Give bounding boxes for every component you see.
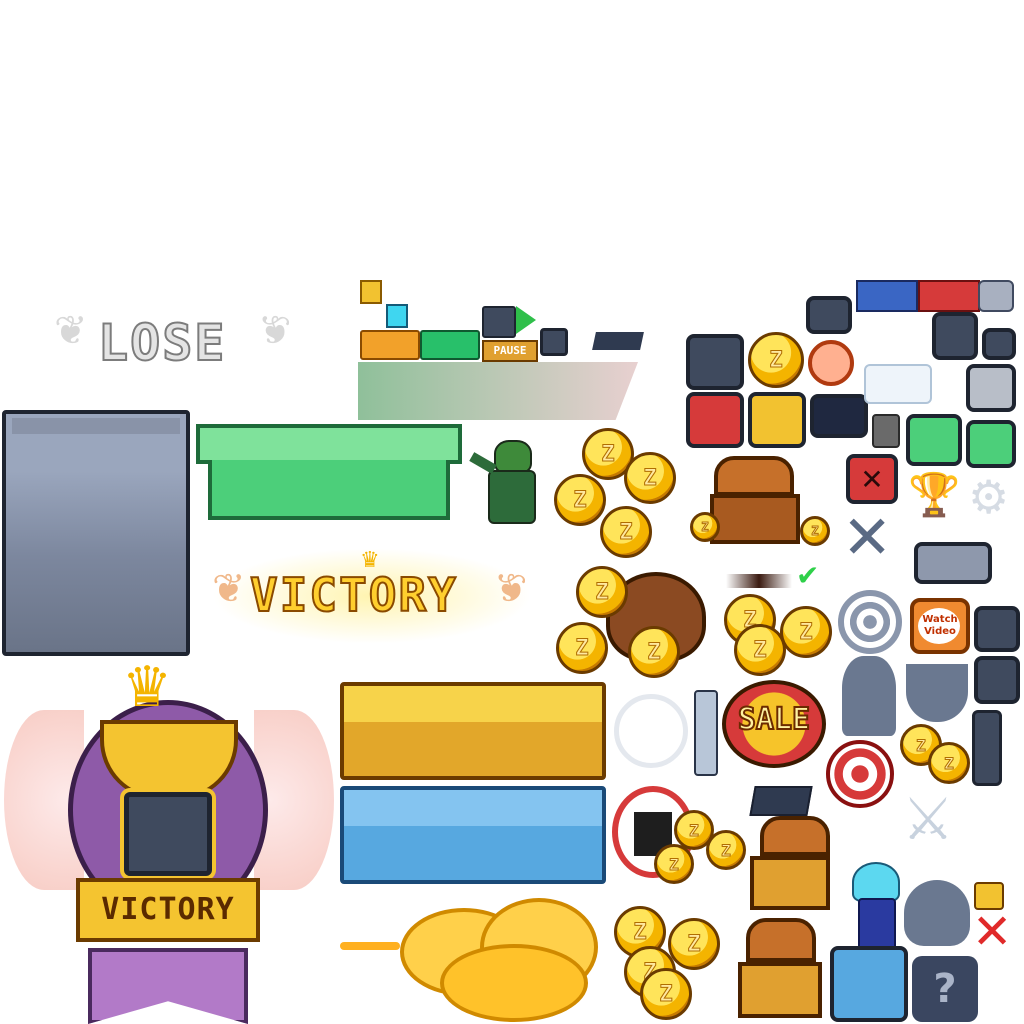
sale-badge[interactable]: SALE	[722, 680, 826, 768]
silhouette-icon	[842, 656, 896, 736]
hero-sprite	[846, 862, 902, 950]
red-square-button[interactable]	[686, 392, 744, 448]
slate-small-button[interactable]	[806, 296, 852, 334]
coin-bag-icon: Z Z Z	[556, 566, 722, 678]
slider-track[interactable]	[972, 710, 1002, 786]
coin: Z	[600, 506, 652, 558]
pause-button[interactable]: PAUSE	[482, 340, 538, 362]
slate-mini-button[interactable]	[982, 328, 1016, 360]
green-bar	[420, 330, 480, 360]
lose-banner: ❦ LOSE ❦	[52, 300, 292, 384]
close-button[interactable]: ✕	[846, 454, 898, 504]
gray-toggle[interactable]	[914, 542, 992, 584]
laurel-right-icon: ❦	[494, 566, 528, 612]
yellow-chip	[360, 280, 382, 304]
close-x-icon[interactable]: ✕	[972, 908, 1012, 956]
victory-badge: ♛ VICTORY	[4, 660, 334, 1024]
victory-title: VICTORY	[249, 567, 458, 623]
cyan-chip	[386, 304, 408, 328]
orange-bar	[360, 330, 420, 360]
slate-chip	[482, 306, 516, 338]
warrior-sprite	[469, 438, 548, 524]
sale-label: SALE	[737, 701, 811, 738]
laurel-left-icon: ❦	[54, 308, 88, 354]
target-icon	[838, 590, 902, 654]
question-icon[interactable]: ?	[912, 956, 978, 1022]
coin-pile-large: Z Z Z Z	[554, 428, 684, 558]
green-ribbon-panel	[196, 424, 462, 522]
speaker-icon[interactable]	[864, 364, 932, 404]
trophy-icon: 🏆	[908, 470, 961, 519]
video-label: Video	[924, 626, 956, 637]
play-icon[interactable]	[516, 306, 536, 334]
vertical-bar	[694, 690, 718, 776]
badge-ribbon	[88, 948, 248, 1024]
dark-slash-tab	[749, 786, 813, 816]
alarm-clock-icon	[808, 340, 854, 386]
blue-tab[interactable]	[856, 280, 918, 312]
progress-strip	[726, 574, 792, 588]
treasure-chest-icon	[732, 918, 828, 1022]
watch-label: Watch	[922, 614, 958, 625]
slate-frame-button[interactable]	[932, 312, 978, 360]
crossed-swords-icon: ✕	[842, 503, 893, 573]
treasure-chest-icon	[750, 816, 840, 916]
coin-stack-bottom: Z Z Z Z	[614, 906, 724, 1020]
slate-side-button[interactable]	[974, 606, 1020, 652]
gray-chip	[978, 280, 1014, 312]
laurel-left-icon: ❦	[212, 566, 246, 612]
watch-video-button[interactable]: Watch Video	[910, 598, 970, 654]
coin-trio: Z Z Z	[654, 810, 750, 886]
victory-banner: ❦ ♛ VICTORY ❦	[212, 548, 532, 644]
slate-square-button[interactable]	[686, 334, 744, 390]
checkmark-icon: ✔	[796, 559, 820, 592]
trophy-silhouette-icon	[906, 664, 968, 722]
gradient-strip	[358, 362, 638, 420]
coin: Z	[624, 452, 676, 504]
gold-square-button[interactable]	[748, 392, 806, 448]
blue-button[interactable]	[340, 786, 606, 884]
coin: Z	[554, 474, 606, 526]
slate-panel	[2, 410, 190, 656]
lock-icon	[872, 414, 900, 448]
crossed-swords-icon: ⚔	[902, 785, 954, 853]
trophy-slot	[124, 792, 212, 876]
red-tab[interactable]	[918, 280, 980, 312]
lose-title: LOSE	[97, 313, 227, 373]
coin-stack: Z Z Z	[724, 594, 836, 676]
laurel-right-icon: ❦	[258, 308, 292, 354]
cloud-icon	[340, 888, 610, 1022]
treasure-chest-icon: Z Z	[690, 456, 840, 560]
small-slate-button[interactable]	[540, 328, 568, 356]
slate-side-button-2[interactable]	[974, 656, 1020, 704]
coin-pair: Z Z	[900, 724, 972, 788]
timer-ring-icon	[614, 694, 688, 768]
gray-square-button[interactable]	[966, 364, 1016, 412]
green-square-button-2[interactable]	[966, 420, 1016, 468]
green-square-button[interactable]	[906, 414, 962, 466]
gold-button[interactable]	[340, 682, 606, 780]
coin: Z	[748, 332, 804, 388]
gear-icon[interactable]: ⚙	[968, 474, 1009, 520]
blue-square-button[interactable]	[830, 946, 908, 1022]
skull-icon	[904, 880, 970, 946]
dark-slash-bar	[592, 332, 644, 350]
crown-icon: ♛	[122, 655, 173, 720]
victory-badge-label: VICTORY	[76, 878, 260, 942]
dartboard-icon	[826, 740, 894, 808]
dark-speech-button[interactable]	[810, 394, 868, 438]
